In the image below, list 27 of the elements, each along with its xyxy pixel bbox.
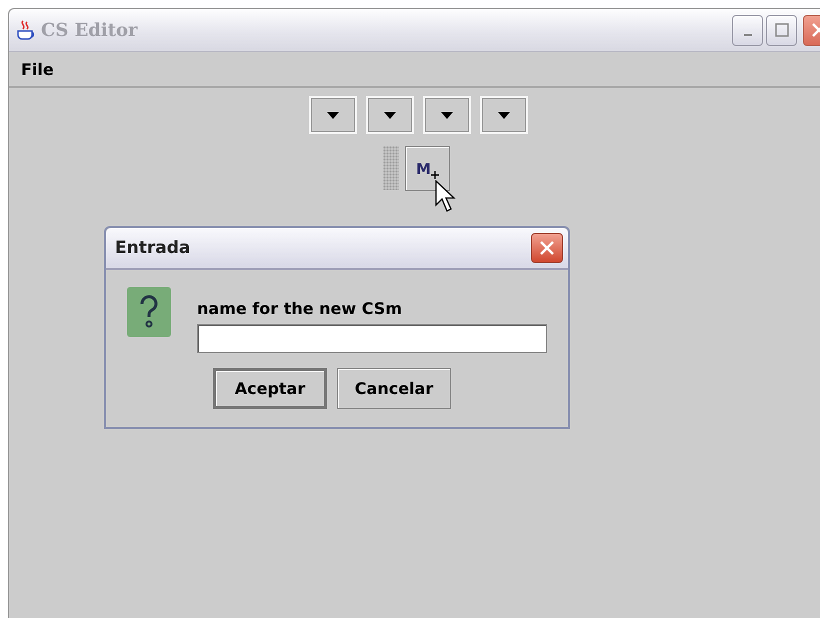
prompt-label: name for the new CSm: [197, 299, 403, 318]
minimize-button[interactable]: [732, 14, 763, 46]
caret-down-icon: [441, 112, 453, 118]
dialog-button[interactable]: Cancelar: [337, 368, 451, 409]
cup-icon: [15, 19, 37, 41]
close-button[interactable]: [531, 233, 563, 263]
mouse-pointer-icon: [435, 180, 457, 214]
toolbar-button[interactable]: M: [405, 146, 450, 191]
dropdown-button[interactable]: [423, 96, 471, 134]
maximize-icon: [774, 23, 788, 37]
caret-down-icon: [327, 112, 339, 118]
toolbar-grip[interactable]: [383, 146, 399, 190]
dropdown-button[interactable]: [309, 96, 357, 134]
close-icon: [539, 240, 555, 256]
dropdown-button[interactable]: [480, 96, 528, 134]
caret-down-icon: [498, 112, 510, 118]
dropdown-button[interactable]: [366, 96, 414, 134]
window-title: CS Editor: [41, 20, 139, 40]
question-icon: [127, 287, 171, 337]
caret-down-icon: [384, 112, 396, 118]
input-field[interactable]: [197, 324, 547, 353]
plus-icon: [430, 170, 439, 178]
dialog-title: Entrada: [115, 238, 192, 258]
maximize-button[interactable]: [766, 14, 797, 46]
dialog-button[interactable]: Aceptar: [213, 368, 327, 409]
menu-item[interactable]: File: [21, 60, 54, 78]
minimize-icon: [744, 34, 752, 36]
